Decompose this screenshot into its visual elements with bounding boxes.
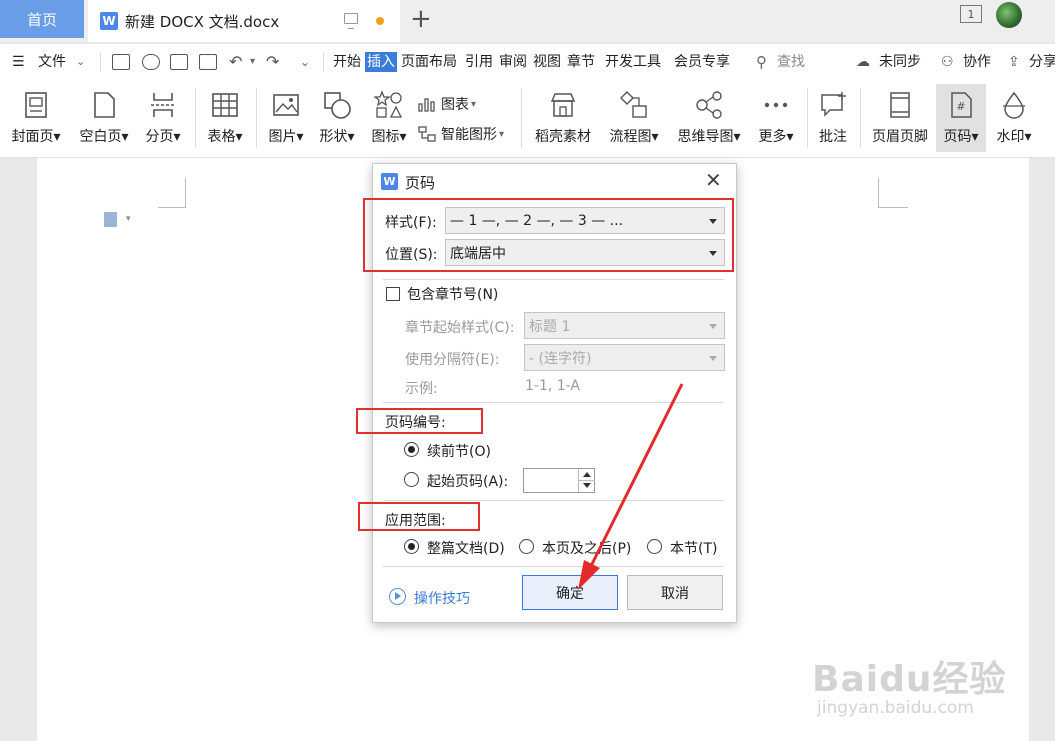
watermark-url: jingyan.baidu.com — [817, 698, 974, 718]
annotation-arrow — [578, 383, 684, 590]
watermark-brand: Baidu经验 — [812, 659, 1007, 700]
arrow-shaft — [588, 383, 684, 569]
arrow-head — [578, 560, 600, 590]
baidu-watermark: Baidu经验 jingyan.baidu.com — [812, 640, 1032, 730]
